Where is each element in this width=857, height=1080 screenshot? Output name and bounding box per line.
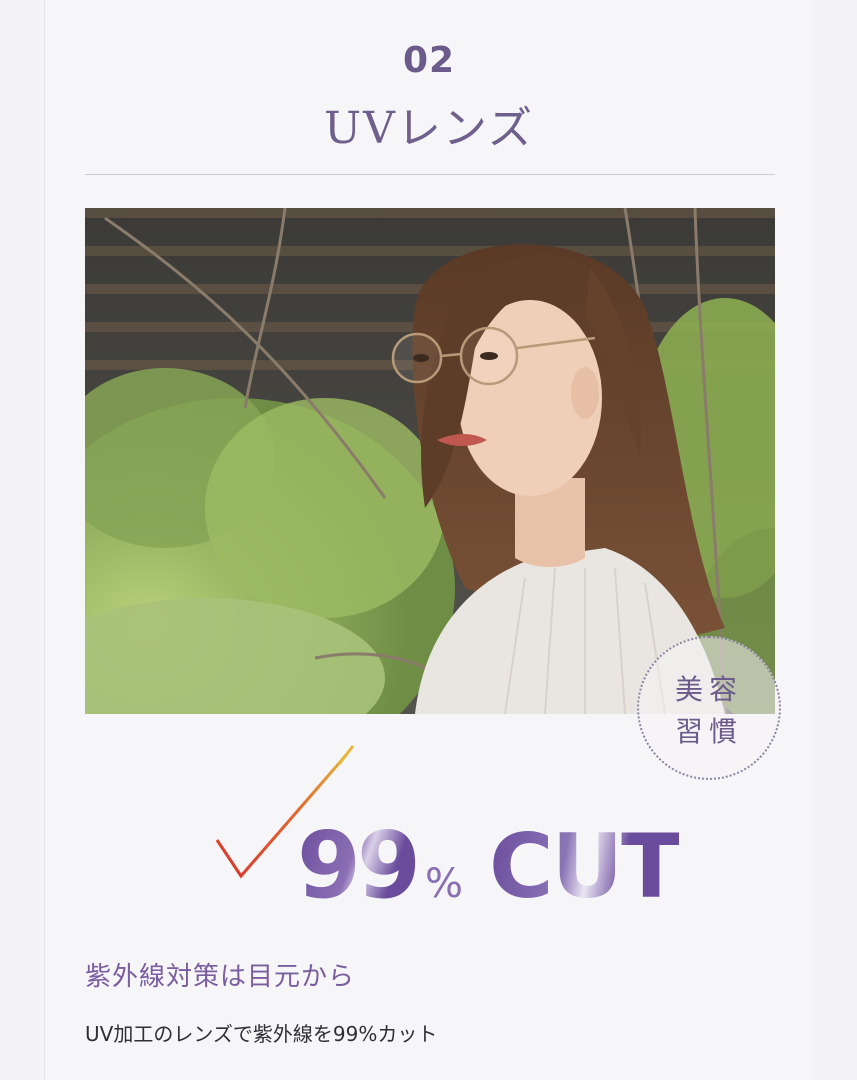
- badge-line-2: 習慣: [674, 715, 743, 748]
- badge-line-1: 美容: [674, 673, 743, 706]
- beauty-habit-badge: 美容 習慣: [637, 636, 781, 780]
- stat-word: CUT: [489, 815, 681, 918]
- headline: 紫外線対策は目元から: [85, 962, 356, 992]
- uv-cut-stat: 99 % CUT: [297, 812, 681, 922]
- hero-photo: [85, 208, 775, 714]
- stat-value: 99: [297, 812, 421, 919]
- portrait-photo-illustration: [85, 208, 775, 714]
- stat-unit: %: [425, 861, 464, 907]
- section-title: UVレンズ: [324, 103, 534, 154]
- section-number: 02: [402, 40, 456, 81]
- content-card: 02 UVレンズ 美容 習慣 99 % CUT 紫外線対策は目元から UV加工の…: [44, 0, 813, 1080]
- body-text: UV加工のレンズで紫外線を99%カット: [85, 1022, 438, 1046]
- title-divider: [85, 174, 775, 175]
